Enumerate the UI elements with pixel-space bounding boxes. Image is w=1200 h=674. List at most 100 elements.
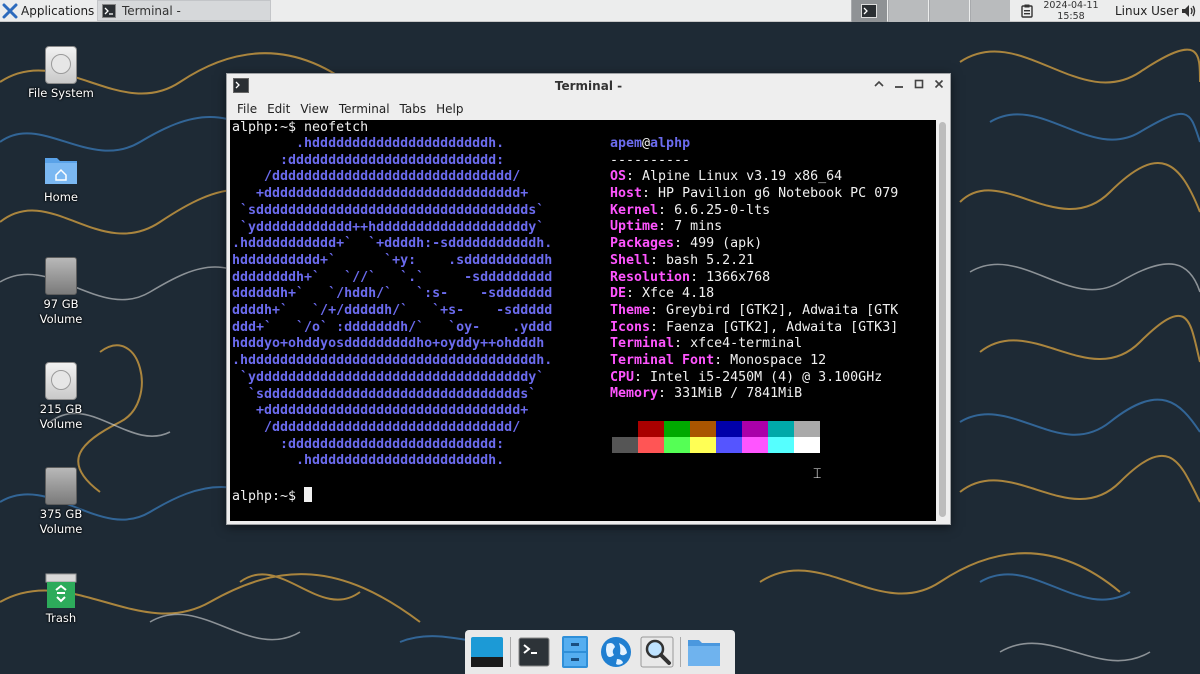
prompt: alphp:~$ xyxy=(232,489,305,504)
desktop-icon-home[interactable]: Home xyxy=(16,152,106,205)
scrollbar-thumb[interactable] xyxy=(939,122,946,517)
maximize-button[interactable] xyxy=(911,78,927,92)
web-browser-icon xyxy=(601,637,631,667)
info-value: bash 5.2.21 xyxy=(666,252,755,268)
dock-folder[interactable] xyxy=(686,634,722,670)
command-line: alphp:~$ neofetch xyxy=(232,120,369,135)
info-key: Resolution xyxy=(610,269,691,285)
trash-icon xyxy=(45,573,77,609)
info-value: HP Pavilion g6 Notebook PC 079 xyxy=(658,186,899,202)
folder-icon xyxy=(688,640,720,666)
info-value: 331MiB / 7841MiB xyxy=(674,386,803,402)
info-row: Theme: Greybird [GTK2], Adwaita [GTK xyxy=(610,303,898,320)
info-colon: : xyxy=(650,252,667,268)
dock xyxy=(465,630,735,674)
desktop-icon-label: File System xyxy=(28,86,94,100)
menu-edit[interactable]: Edit xyxy=(267,102,290,116)
applications-menu-button[interactable]: Applications xyxy=(0,0,94,22)
workspace-3-button[interactable] xyxy=(929,0,969,22)
desktop-icon-97gb-volume[interactable]: 97 GB Volume xyxy=(16,257,106,327)
info-row: CPU: Intel i5-2450M (4) @ 3.100GHz xyxy=(610,370,898,387)
volume-button[interactable] xyxy=(1181,0,1197,22)
desktop-icon-label: Trash xyxy=(45,611,77,625)
info-colon: : xyxy=(650,302,667,318)
hostname: alphp xyxy=(650,136,691,151)
info-value: xfce4-terminal xyxy=(690,336,803,352)
menu-tabs[interactable]: Tabs xyxy=(400,102,427,116)
minimize-icon xyxy=(895,86,903,88)
logo-line: ddd+` `/o` :dddddddh/` `oy- .yddd xyxy=(232,319,553,335)
info-key: Shell xyxy=(610,252,651,268)
dock-file-manager[interactable] xyxy=(557,634,593,670)
info-colon: : xyxy=(642,186,659,202)
terminal-output-area[interactable]: alphp:~$ neofetch .hdddddddddddddddddddd… xyxy=(230,120,936,521)
info-key: CPU xyxy=(610,369,635,385)
info-key: OS xyxy=(610,169,627,185)
menu-terminal[interactable]: Terminal xyxy=(339,102,390,116)
info-colon: : xyxy=(714,352,731,368)
terminal-scrollbar[interactable] xyxy=(937,120,948,521)
desktop-icon-label: 97 GB Volume xyxy=(39,297,83,326)
user-label: Linux User xyxy=(1115,4,1179,18)
palette-swatch xyxy=(638,421,664,437)
info-row: Kernel: 6.6.25-0-lts xyxy=(610,203,898,220)
dock-show-desktop[interactable] xyxy=(469,634,505,670)
palette-swatch xyxy=(794,421,820,437)
xfce-logo-icon xyxy=(2,3,18,19)
desktop-icon-215gb-volume[interactable]: 215 GB Volume xyxy=(16,362,106,432)
palette-swatch xyxy=(612,421,638,437)
info-row: Uptime: 7 mins xyxy=(610,219,898,236)
user-menu-button[interactable]: Linux User xyxy=(1115,0,1179,22)
window-titlebar[interactable]: Terminal - xyxy=(227,74,950,98)
palette-swatch xyxy=(716,437,742,453)
workspace-2-button[interactable] xyxy=(888,0,928,22)
dock-web-browser[interactable] xyxy=(598,634,634,670)
minimize-button[interactable] xyxy=(891,78,907,92)
speaker-icon xyxy=(1182,5,1196,17)
close-button[interactable] xyxy=(931,78,947,92)
palette-swatch xyxy=(690,437,716,453)
desktop-icon-375gb-volume[interactable]: 375 GB Volume xyxy=(16,467,106,537)
desktop-icon-trash[interactable]: Trash xyxy=(16,573,106,626)
taskbar-item-terminal[interactable]: Terminal - xyxy=(97,0,271,21)
info-row: Packages: 499 (apk) xyxy=(610,236,898,253)
info-colon: : xyxy=(674,336,691,352)
menu-view[interactable]: View xyxy=(300,102,328,116)
palette-swatch xyxy=(768,421,794,437)
workspace-1-button[interactable] xyxy=(851,0,887,22)
info-row: Icons: Faenza [GTK2], Adwaita [GTK3] xyxy=(610,320,898,337)
logo-line: `yddddddddddddddddddddddddddddddddddy` xyxy=(232,369,545,385)
ibeam-cursor-icon: ⌶ xyxy=(813,466,822,482)
info-colon: : xyxy=(634,369,651,385)
desktop-icon-label: Home xyxy=(44,190,78,204)
logo-line: hdddddddddd+` `+y: .sddddddddddh xyxy=(232,252,553,268)
applications-label: Applications xyxy=(21,4,95,18)
info-colon: : xyxy=(650,319,667,335)
dock-terminal[interactable] xyxy=(516,634,552,670)
logo-line: `sdddddddddddddddddddddddddddddddds` xyxy=(232,386,537,402)
palette-swatch xyxy=(664,421,690,437)
info-value: Intel i5-2450M (4) @ 3.100GHz xyxy=(650,369,883,385)
shade-button[interactable] xyxy=(871,78,887,92)
window-title: Terminal - xyxy=(554,79,623,93)
logo-line: :dddddddddddddddddddddddddd: xyxy=(232,436,505,452)
desktop-icon-file-system[interactable]: File System xyxy=(16,46,106,101)
separator-line: ---------- xyxy=(610,152,691,168)
terminal-window: Terminal - File Edit View Terminal Tabs … xyxy=(226,73,951,525)
info-value: 1366x768 xyxy=(706,269,771,285)
terminal-icon xyxy=(861,4,877,18)
clock[interactable]: 2024-04-11 15:58 xyxy=(1040,0,1102,22)
desktop-icon-label: 215 GB Volume xyxy=(39,402,83,431)
logo-line: ddddh+` `/+/dddddh/` `+s- -sddddd xyxy=(232,303,553,319)
info-key: Theme xyxy=(610,302,651,318)
workspace-4-button[interactable] xyxy=(970,0,1010,22)
menu-file[interactable]: File xyxy=(237,102,257,116)
menu-help[interactable]: Help xyxy=(436,102,463,116)
info-value: 6.6.25-0-lts xyxy=(674,202,771,218)
palette-swatch xyxy=(768,437,794,453)
volume-icon xyxy=(45,467,77,505)
dock-app-finder[interactable] xyxy=(639,634,675,670)
clipboard-manager-button[interactable] xyxy=(1021,0,1033,22)
info-colon: : xyxy=(674,236,691,252)
desktop-icon-label: 375 GB Volume xyxy=(39,507,83,536)
